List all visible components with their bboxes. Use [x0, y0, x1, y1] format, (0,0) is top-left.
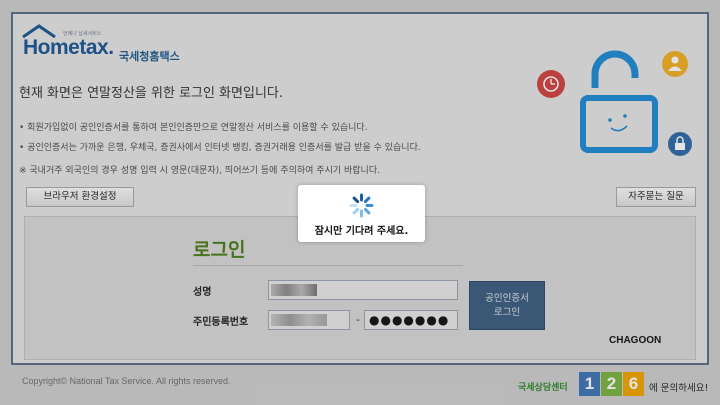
- loading-message: 잠시만 기다려 주세요.: [314, 226, 409, 237]
- loading-spinner-icon: [349, 193, 374, 218]
- loading-dialog: 잠시만 기다려 주세요.: [298, 185, 425, 242]
